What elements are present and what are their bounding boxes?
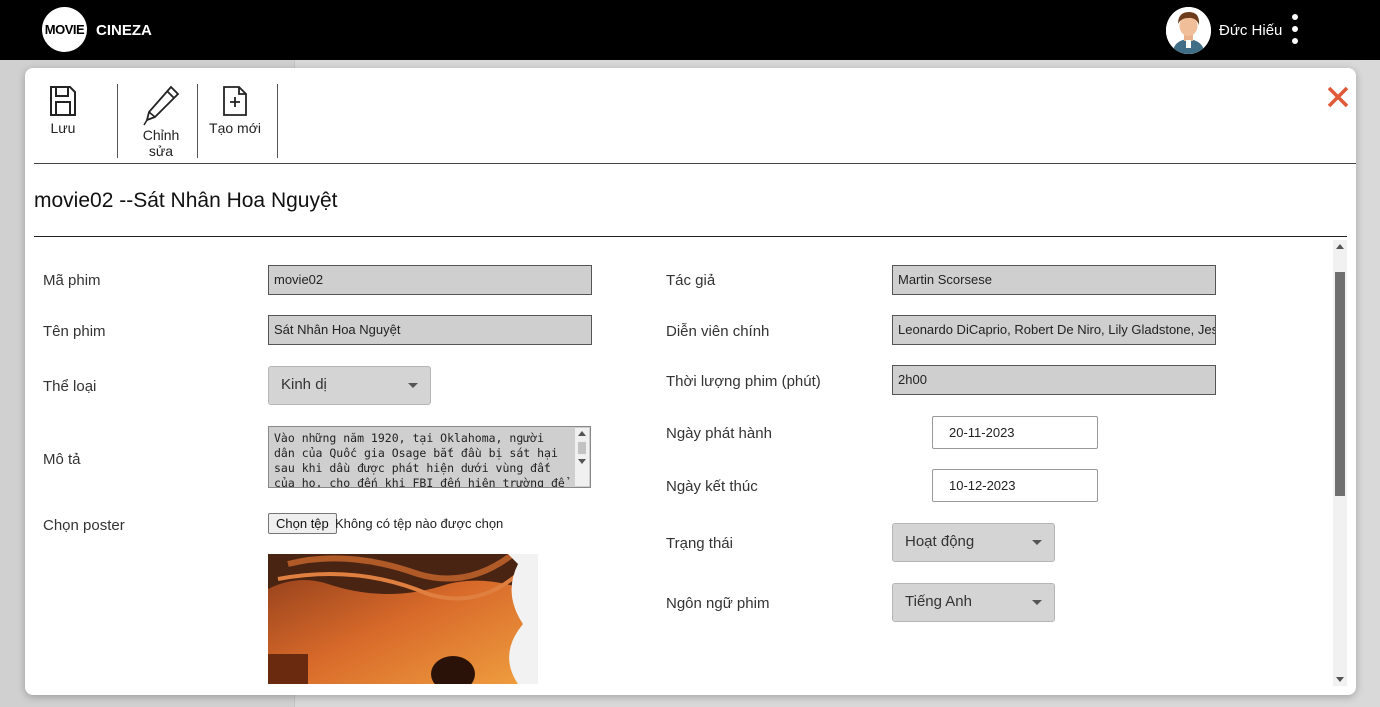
end-date-input[interactable]: 10-12-2023 <box>932 469 1098 502</box>
brand-name: CINEZA <box>96 22 152 39</box>
poster-image <box>268 554 538 684</box>
modal-toolbar: Lưu Chỉnh sửa Tạo mới <box>25 68 1356 164</box>
new-file-icon <box>223 86 247 116</box>
form-scrollbar[interactable] <box>1333 240 1347 686</box>
textarea-scrollbar[interactable] <box>575 428 589 486</box>
close-icon[interactable] <box>1325 84 1351 110</box>
kebab-menu-icon[interactable] <box>1288 14 1302 44</box>
language-select[interactable]: Tiếng Anh <box>892 583 1055 622</box>
logo-text: MOVIE <box>44 22 85 37</box>
actors-label: Diễn viên chính <box>666 323 770 340</box>
toolbar-divider <box>277 84 278 158</box>
new-label: Tạo mới <box>209 120 261 136</box>
save-icon <box>50 86 76 116</box>
avatar-icon <box>1166 7 1211 54</box>
new-button[interactable]: Tạo mới <box>209 84 261 136</box>
edit-label: Chỉnh sửa <box>142 127 180 159</box>
language-value: Tiếng Anh <box>905 593 972 610</box>
description-text: Vào những năm 1920, tại Oklahoma, người … <box>274 431 565 488</box>
user-avatar[interactable] <box>1166 7 1211 54</box>
status-label: Trạng thái <box>666 535 733 552</box>
toolbar-divider <box>117 84 118 158</box>
chevron-down-icon <box>408 383 418 388</box>
scroll-up-icon[interactable] <box>1336 244 1344 249</box>
genre-value: Kinh dị <box>281 376 327 393</box>
movie-form: Mã phim movie02 Tên phim Sát Nhân Hoa Ng… <box>25 238 1335 695</box>
genre-select[interactable]: Kinh dị <box>268 366 431 405</box>
status-select[interactable]: Hoạt động <box>892 523 1055 562</box>
username[interactable]: Đức Hiếu <box>1219 22 1282 39</box>
toolbar-divider <box>197 84 198 158</box>
release-date-input[interactable]: 20-11-2023 <box>932 416 1098 449</box>
duration-label: Thời lượng phim (phút) <box>666 373 821 390</box>
movie-name-input[interactable]: Sát Nhân Hoa Nguyệt <box>268 315 592 345</box>
author-input[interactable]: Martin Scorsese <box>892 265 1216 295</box>
divider <box>34 163 1356 164</box>
chevron-down-icon <box>1032 540 1042 545</box>
movie-name-label: Tên phim <box>43 323 106 340</box>
genre-label: Thể loại <box>43 378 97 395</box>
movie-detail-modal: Lưu Chỉnh sửa Tạo mới movie02 --Sát Nhân… <box>25 68 1356 695</box>
duration-input[interactable]: 2h00 <box>892 365 1216 395</box>
movie-id-input[interactable]: movie02 <box>268 265 592 295</box>
actors-input[interactable]: Leonardo DiCaprio, Robert De Niro, Lily … <box>892 315 1216 345</box>
language-label: Ngôn ngữ phim <box>666 595 770 612</box>
divider <box>34 236 1347 237</box>
author-label: Tác giả <box>666 272 716 289</box>
status-value: Hoạt động <box>905 533 975 550</box>
scrollbar-thumb[interactable] <box>1335 272 1345 496</box>
pencil-icon <box>143 85 180 126</box>
poster-label: Chọn poster <box>43 517 125 534</box>
movie-id-label: Mã phim <box>43 272 101 289</box>
save-button[interactable]: Lưu <box>45 84 81 136</box>
scroll-down-icon[interactable] <box>1336 677 1344 682</box>
release-date-label: Ngày phát hành <box>666 425 772 442</box>
description-textarea[interactable]: Vào những năm 1920, tại Oklahoma, người … <box>268 426 591 488</box>
edit-button[interactable]: Chỉnh sửa <box>129 84 193 159</box>
logo[interactable]: MOVIE <box>42 7 87 52</box>
file-status: Không có tệp nào được chọn <box>335 516 504 531</box>
end-date-label: Ngày kết thúc <box>666 478 758 495</box>
top-bar: MOVIE CINEZA Đức Hiếu <box>0 0 1380 60</box>
choose-file-button[interactable]: Chọn tệp <box>268 513 337 534</box>
chevron-down-icon <box>1032 600 1042 605</box>
description-label: Mô tả <box>43 451 81 468</box>
save-label: Lưu <box>50 120 76 136</box>
page-title: movie02 --Sát Nhân Hoa Nguyệt <box>34 189 338 212</box>
